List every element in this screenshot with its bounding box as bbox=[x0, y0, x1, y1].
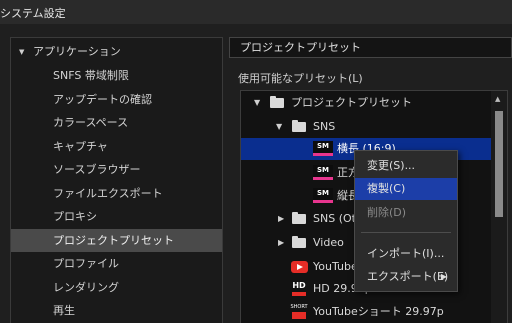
youtube-shorts-icon: SHORT bbox=[289, 304, 309, 320]
menu-item-export[interactable]: エクスポート(E) ▶ bbox=[355, 266, 457, 288]
nav-item-capture[interactable]: キャプチャ bbox=[11, 135, 222, 159]
sm-icon: SM bbox=[313, 165, 333, 180]
available-presets-label: 使用可能なプリセット(L) bbox=[238, 72, 363, 85]
folder-icon bbox=[292, 236, 306, 248]
tree-label-root: プロジェクトプリセット bbox=[291, 96, 412, 109]
tree-label-shorts: YouTubeショート 29.97p bbox=[313, 305, 444, 318]
sm-icon: SM bbox=[313, 141, 333, 156]
shorts-badge-text: SHORT bbox=[290, 304, 308, 310]
menu-item-duplicate[interactable]: 複製(C) bbox=[355, 178, 457, 200]
scroll-thumb[interactable] bbox=[495, 111, 503, 217]
nav-item-profile[interactable]: プロファイル bbox=[11, 252, 222, 276]
nav-item-color-space[interactable]: カラースペース bbox=[11, 111, 222, 135]
settings-nav-tree[interactable]: ▼ アプリケーション SNFS 帯域制限 アップデートの確認 カラースペース キ… bbox=[10, 37, 223, 323]
scroll-up-arrow-icon[interactable]: ▲ bbox=[495, 95, 500, 103]
menu-item-change[interactable]: 変更(S)... bbox=[355, 155, 457, 177]
collapse-arrow-icon[interactable]: ▶ bbox=[278, 208, 284, 230]
folder-icon bbox=[292, 120, 306, 132]
expand-arrow-icon[interactable]: ▼ bbox=[276, 116, 282, 138]
window-title: システム設定 bbox=[0, 7, 66, 20]
nav-group-application[interactable]: ▼ アプリケーション bbox=[11, 41, 222, 63]
nav-item-proxy[interactable]: プロキシ bbox=[11, 205, 222, 229]
nav-item-project-preset[interactable]: プロジェクトプリセット bbox=[11, 228, 222, 252]
nav-item-source-browser[interactable]: ソースブラウザー bbox=[11, 158, 222, 182]
youtube-icon bbox=[291, 261, 308, 273]
tree-row-sns-folder[interactable]: ▼ SNS bbox=[241, 116, 491, 138]
tree-label-video: Video bbox=[313, 236, 344, 249]
submenu-arrow-icon: ▶ bbox=[440, 272, 447, 281]
nav-item-rendering[interactable]: レンダリング bbox=[11, 276, 222, 300]
section-title-field: プロジェクトプリセット bbox=[229, 37, 512, 58]
menu-item-import[interactable]: インポート(I)... bbox=[355, 243, 457, 265]
expand-arrow-icon[interactable]: ▼ bbox=[19, 41, 24, 63]
nav-item-playback[interactable]: 再生 bbox=[11, 299, 222, 323]
folder-icon bbox=[270, 96, 284, 108]
context-menu: 変更(S)... 複製(C) 削除(D) インポート(I)... エクスポート(… bbox=[354, 150, 458, 292]
folder-icon bbox=[292, 212, 306, 224]
nav-list: SNFS 帯域制限 アップデートの確認 カラースペース キャプチャ ソースブラウ… bbox=[11, 64, 222, 323]
title-bar: システム設定 bbox=[0, 0, 512, 24]
hd-youtube-icon: HD bbox=[290, 280, 308, 297]
hd-badge-text: HD bbox=[292, 281, 306, 290]
tree-label-sns: SNS bbox=[313, 120, 336, 133]
nav-item-file-export[interactable]: ファイルエクスポート bbox=[11, 182, 222, 206]
menu-separator bbox=[361, 232, 451, 233]
menu-item-delete[interactable]: 削除(D) bbox=[355, 202, 457, 224]
hd-badge-bar bbox=[292, 292, 306, 296]
tree-row-shorts[interactable]: SHORT YouTubeショート 29.97p bbox=[241, 301, 491, 323]
collapse-arrow-icon[interactable]: ▶ bbox=[278, 232, 284, 254]
nav-group-label: アプリケーション bbox=[33, 45, 121, 58]
tree-label-youtube: YouTube bbox=[313, 260, 358, 273]
shorts-badge-bar bbox=[292, 312, 306, 319]
tree-row-root[interactable]: ▼ プロジェクトプリセット bbox=[241, 92, 491, 114]
tree-scrollbar[interactable]: ▲ bbox=[491, 91, 507, 323]
sm-icon: SM bbox=[313, 188, 333, 203]
nav-item-snfs-bandwidth[interactable]: SNFS 帯域制限 bbox=[11, 64, 222, 88]
expand-arrow-icon[interactable]: ▼ bbox=[254, 92, 260, 114]
tree-label-sns-other: SNS (Ot bbox=[313, 212, 356, 225]
menu-item-export-label: エクスポート(E) bbox=[367, 270, 449, 283]
nav-item-update-check[interactable]: アップデートの確認 bbox=[11, 88, 222, 112]
